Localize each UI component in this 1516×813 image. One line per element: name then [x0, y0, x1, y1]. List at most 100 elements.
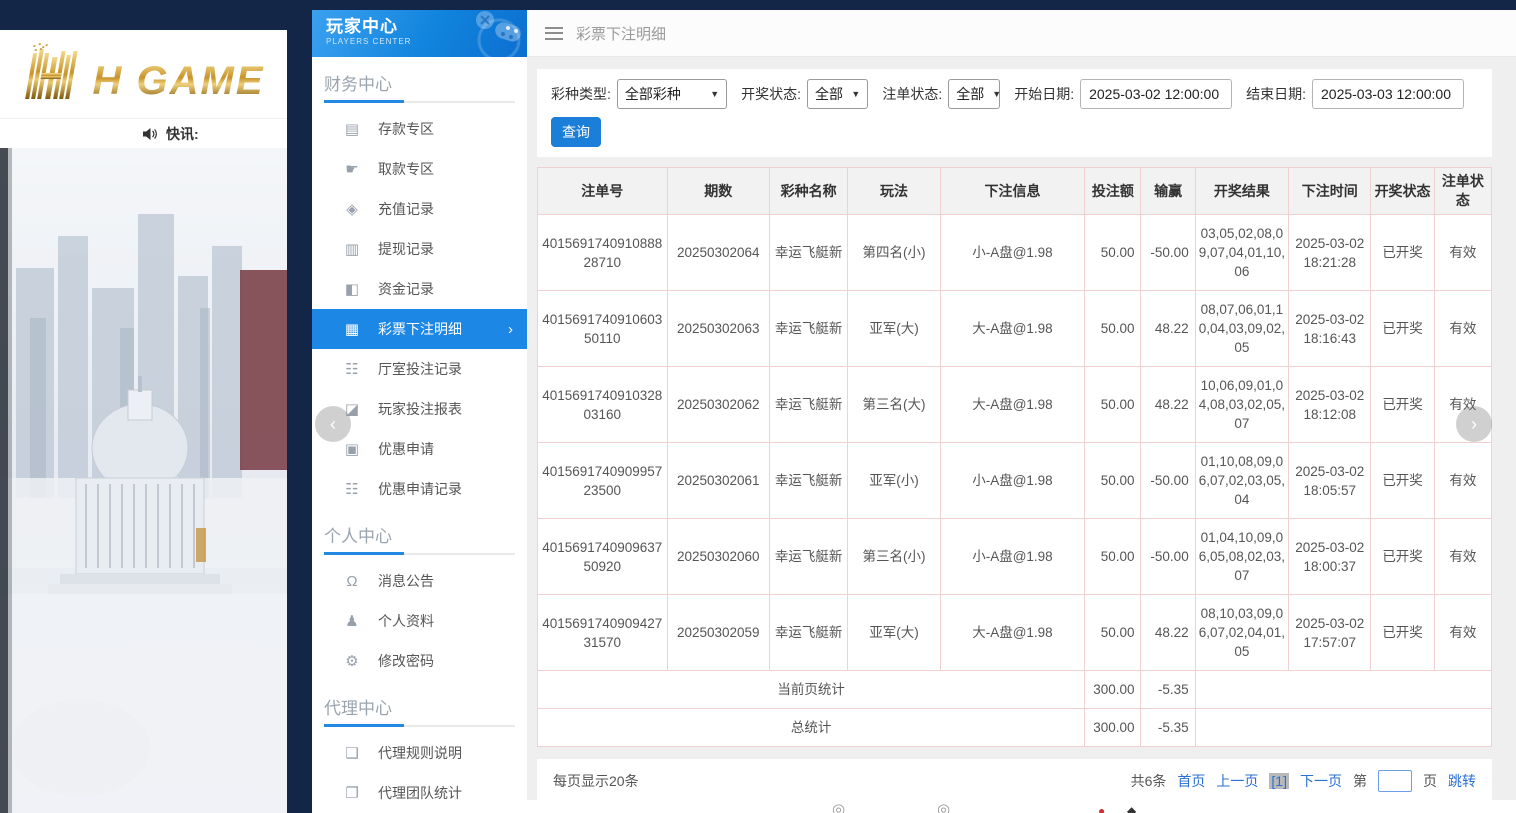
- column-header: 下注时间: [1289, 168, 1371, 215]
- sidebar-item-label: 修改密码: [378, 651, 527, 671]
- sidebar-item-change-password[interactable]: ⚙ 修改密码: [312, 641, 527, 681]
- next-page-link[interactable]: 下一页: [1300, 771, 1342, 791]
- expand-panel-button[interactable]: ›: [1456, 406, 1492, 442]
- logo-band: H GAME: [0, 30, 287, 118]
- table-cell: 48.22: [1141, 367, 1195, 443]
- news-label: 快讯:: [166, 124, 199, 144]
- gamepad-icon: [437, 10, 527, 57]
- start-date-input[interactable]: [1080, 79, 1232, 109]
- footer-app-icon[interactable]: ◎: [937, 802, 950, 813]
- order-status-select[interactable]: 全部 ▼: [948, 79, 1000, 109]
- sidebar-item-announcements[interactable]: Ω消息公告: [312, 561, 527, 601]
- footer-dark-icon[interactable]: ◆: [1127, 804, 1136, 813]
- table-cell: 小-A盘@1.98: [940, 519, 1085, 595]
- table-cell: 50.00: [1085, 367, 1141, 443]
- column-header: 玩法: [848, 168, 940, 215]
- gear-icon: ⚙: [342, 652, 362, 670]
- column-header: 开奖结果: [1195, 168, 1288, 215]
- sidebar-item-promo-apply-records[interactable]: ☷优惠申请记录: [312, 469, 527, 509]
- sidebar-header: 玩家中心 PLAYERS CENTER: [312, 10, 527, 57]
- lottery-type-select[interactable]: 全部彩种 ▼: [617, 79, 727, 109]
- sidebar-item-agent-rules[interactable]: ❏代理规则说明: [312, 733, 527, 773]
- lottery-type-value: 全部彩种: [625, 84, 681, 104]
- draw-status-label: 开奖状态:: [741, 84, 801, 104]
- promo-icon: ▣: [342, 440, 362, 458]
- sidebar-item-hall-bet-records[interactable]: ☷ 厅室投注记录: [312, 349, 527, 389]
- table-cell: 已开奖: [1371, 443, 1434, 519]
- table-cell: 小-A盘@1.98: [940, 443, 1085, 519]
- summary-empty: [1195, 709, 1491, 747]
- column-header: 开奖状态: [1371, 168, 1434, 215]
- end-date-label: 结束日期:: [1246, 84, 1306, 104]
- footer-red-dot-icon: ●: [1098, 804, 1105, 813]
- sidebar-item-label: 优惠申请: [378, 439, 527, 459]
- left-site-panel: H GAME 快讯:: [0, 0, 287, 813]
- table-row: 40156917409103280316020250302062幸运飞艇新第三名…: [538, 367, 1492, 443]
- table-cell: 401569174091032803160: [538, 367, 668, 443]
- copy-doc-icon: ❐: [342, 784, 362, 802]
- column-header: 注单号: [538, 168, 668, 215]
- table-cell: 幸运飞艇新: [769, 291, 847, 367]
- table-cell: 03,05,02,08,09,07,04,01,10,06: [1195, 215, 1288, 291]
- sidebar-item-label: 充值记录: [378, 199, 527, 219]
- table-cell: 小-A盘@1.98: [940, 215, 1085, 291]
- collapse-sidebar-button[interactable]: ‹: [315, 406, 351, 442]
- table-cell: 50.00: [1085, 595, 1141, 671]
- table-cell: 大-A盘@1.98: [940, 367, 1085, 443]
- search-button[interactable]: 查询: [551, 117, 601, 147]
- sidebar-item-withdrawal-records[interactable]: ▥提现记录: [312, 229, 527, 269]
- column-header: 期数: [667, 168, 769, 215]
- end-date-input[interactable]: [1312, 79, 1464, 109]
- sidebar-item-label: 个人资料: [378, 611, 527, 631]
- sidebar-item-profile[interactable]: ♟ 个人资料: [312, 601, 527, 641]
- sidebar-item-deposit-zone[interactable]: ▤存款专区: [312, 109, 527, 149]
- hh-game-logo[interactable]: H GAME: [23, 43, 265, 101]
- summary-win-loss: -5.35: [1141, 709, 1195, 747]
- speaker-icon: [142, 127, 158, 141]
- order-status-value: 全部: [956, 84, 984, 104]
- sidebar-item-agent-team-stats[interactable]: ❐代理团队统计: [312, 773, 527, 813]
- table-cell: 20250302061: [667, 443, 769, 519]
- column-header: 下注信息: [940, 168, 1085, 215]
- sidebar-item-label: 消息公告: [378, 571, 527, 591]
- hall-list-icon: ☷: [342, 360, 362, 378]
- jump-button[interactable]: 跳转: [1448, 771, 1476, 791]
- footer-strip: ◎ ◎ ● ◆: [527, 800, 1516, 813]
- withdraw-hand-icon: ☛: [342, 160, 362, 178]
- sidebar-item-lottery-bet-details[interactable]: ▦彩票下注明细›: [312, 309, 527, 349]
- players-center-app: 玩家中心 PLAYERS CENTER 财务中心 ▤存款专区☛取款专区◈充值记录▥…: [312, 10, 1516, 813]
- sidebar-item-funds-records[interactable]: ◧资金记录: [312, 269, 527, 309]
- table-row: 40156917409108882871020250302064幸运飞艇新第四名…: [538, 215, 1492, 291]
- table-cell: 2025-03-02 18:16:43: [1289, 291, 1371, 367]
- chevron-left-icon: ‹: [330, 414, 336, 435]
- first-page-link[interactable]: 首页: [1177, 771, 1205, 791]
- jump-page-input[interactable]: [1378, 770, 1412, 792]
- section-underline: [324, 725, 515, 727]
- table-cell: 亚军(小): [848, 443, 940, 519]
- hamburger-menu-icon[interactable]: [545, 27, 563, 40]
- summary-row: 总统计300.00-5.35: [538, 709, 1492, 747]
- logo-text: H GAME: [93, 61, 265, 101]
- chevron-down-icon: ▼: [851, 89, 860, 99]
- current-page-indicator: [1]: [1269, 773, 1289, 789]
- sidebar-item-label: 厅室投注记录: [378, 359, 527, 379]
- section-title: 财务中心: [312, 57, 527, 101]
- section-title: 个人中心: [312, 509, 527, 553]
- sidebar-item-recharge-records[interactable]: ◈充值记录: [312, 189, 527, 229]
- sidebar-item-label: 彩票下注明细: [378, 319, 508, 339]
- section-underline: [324, 553, 515, 555]
- topbar: 彩票下注明细: [527, 10, 1516, 57]
- footer-service-icon[interactable]: ◎: [832, 802, 845, 813]
- column-header: 彩种名称: [769, 168, 847, 215]
- page-title: 彩票下注明细: [576, 23, 666, 44]
- prev-page-link[interactable]: 上一页: [1216, 771, 1258, 791]
- sidebar-item-withdraw-zone[interactable]: ☛取款专区: [312, 149, 527, 189]
- pagination-bar: 每页显示20条 共6条 首页 上一页 [1] 下一页 第 页 跳转: [537, 759, 1492, 803]
- table-cell: 20250302059: [667, 595, 769, 671]
- table-cell: 大-A盘@1.98: [940, 595, 1085, 671]
- table-cell: 10,06,09,01,04,08,03,02,05,07: [1195, 367, 1288, 443]
- table-cell: 08,10,03,09,06,07,02,04,01,05: [1195, 595, 1288, 671]
- draw-status-select[interactable]: 全部 ▼: [807, 79, 868, 109]
- sidebar-item-label: 提现记录: [378, 239, 527, 259]
- person-icon: ♟: [342, 612, 362, 630]
